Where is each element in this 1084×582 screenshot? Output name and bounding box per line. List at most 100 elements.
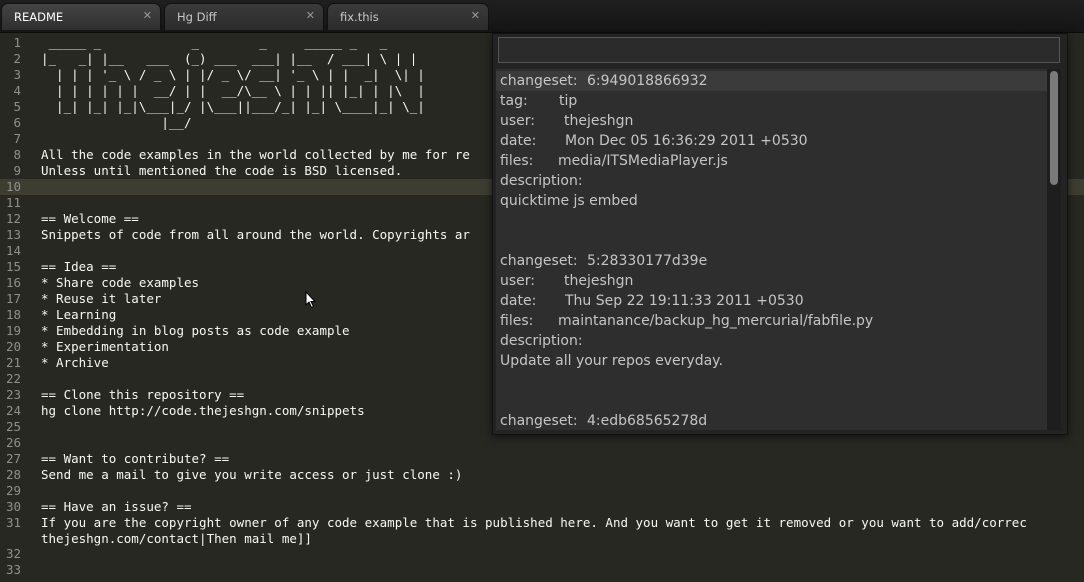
line-number: 9: [13, 163, 21, 178]
code-text: * Archive: [41, 355, 109, 370]
line-number: 22: [5, 371, 21, 386]
line-number: 28: [5, 467, 21, 482]
code-text: Snippets of code from all around the wor…: [41, 227, 470, 242]
line-number: 20: [5, 339, 21, 354]
changeset-row[interactable]: changeset: 4:edb68565278d: [500, 411, 1045, 430]
line-number: 3: [13, 67, 21, 82]
field-value: tip: [559, 93, 578, 109]
code-text: Send me a mail to give you write access …: [41, 467, 463, 482]
changeset-row[interactable]: quicktime js embed: [500, 191, 1045, 211]
line-number: 14: [5, 243, 21, 258]
field-value: thejeshgn: [564, 273, 634, 289]
line-number: 1: [13, 35, 21, 50]
line-number: 2: [13, 51, 21, 66]
field-key: user:: [500, 113, 536, 129]
code-line[interactable]: 30 == Have an issue? ==: [0, 499, 1084, 515]
changeset-row[interactable]: user: thejeshgn: [500, 271, 1045, 291]
tab-label: fix.this: [340, 10, 379, 24]
changeset-row[interactable]: description:: [500, 331, 1045, 351]
scrollbar-thumb[interactable]: [1050, 71, 1058, 185]
changeset-row[interactable]: files: media/ITSMediaPlayer.js: [500, 151, 1045, 171]
code-text: hg clone http://code.thejeshgn.com/snipp…: [41, 403, 365, 418]
code-line[interactable]: 31 If you are the copyright owner of any …: [0, 515, 1084, 531]
line-number: 31: [5, 515, 21, 530]
changeset-row[interactable]: description:: [500, 171, 1045, 191]
code-line[interactable]: 27 == Want to contribute? ==: [0, 451, 1084, 467]
code-text: |_ _| |__ ___ (_) ___ ___| |__ / ___| \ …: [41, 51, 418, 66]
field-key: description:: [500, 333, 583, 349]
tab-fix-this[interactable]: fix.this ✕: [327, 3, 489, 30]
line-number: 17: [5, 291, 21, 306]
line-number: 26: [5, 435, 21, 450]
line-number: 13: [5, 227, 21, 242]
line-number: 29: [5, 483, 21, 498]
line-number: 19: [5, 323, 21, 338]
line-number: 6: [13, 115, 21, 130]
code-text: == Want to contribute? ==: [41, 451, 230, 466]
code-line[interactable]: thejeshgn.com/contact|Then mail me]]: [0, 531, 1084, 547]
changeset-row[interactable]: tag: tip: [500, 91, 1045, 111]
line-number: 8: [13, 147, 21, 162]
code-text: * Experimentation: [41, 339, 169, 354]
quick-panel-input[interactable]: [498, 37, 1060, 63]
changeset-row[interactable]: date: Thu Sep 22 19:11:33 2011 +0530: [500, 291, 1045, 311]
changeset-row[interactable]: changeset: 6:949018866932: [500, 71, 1045, 91]
field-value: Thu Sep 22 19:11:33 2011 +0530: [565, 293, 804, 309]
line-number: 7: [13, 131, 21, 146]
field-key: date:: [500, 133, 537, 149]
field-key: files:: [500, 313, 534, 329]
tab-close-icon[interactable]: ✕: [306, 9, 315, 22]
changeset-row[interactable]: [500, 371, 1045, 391]
code-text: | | | | | | __/ | | __/\__ \ | | || |_| …: [41, 83, 425, 98]
code-line[interactable]: 26: [0, 435, 1084, 451]
tab-label: Hg Diff: [177, 10, 217, 24]
code-line[interactable]: 28 Send me a mail to give you write acces…: [0, 467, 1084, 483]
field-key: changeset:: [500, 73, 578, 89]
line-number: 15: [5, 259, 21, 274]
code-text: == Idea ==: [41, 259, 117, 274]
changeset-row[interactable]: [500, 211, 1045, 231]
field-key: files:: [500, 153, 534, 169]
code-line[interactable]: 32: [0, 546, 1084, 562]
line-number: 21: [5, 355, 21, 370]
line-number: 16: [5, 275, 21, 290]
mouse-pointer-icon: [305, 291, 317, 309]
code-text: If you are the copyright owner of any co…: [41, 515, 1027, 530]
changeset-row[interactable]: user: thejeshgn: [500, 111, 1045, 131]
changeset-row[interactable]: Update all your repos everyday.: [500, 351, 1045, 371]
line-number: 10: [5, 179, 21, 194]
code-text: * Reuse it later: [41, 291, 162, 306]
tab-close-icon[interactable]: ✕: [471, 9, 480, 22]
line-number: 27: [5, 451, 21, 466]
tab-readme[interactable]: README ✕: [1, 3, 161, 30]
line-number: 25: [5, 419, 21, 434]
tab-close-icon[interactable]: ✕: [143, 9, 152, 22]
tab-hg-diff[interactable]: Hg Diff ✕: [164, 3, 324, 30]
changeset-list[interactable]: changeset: 6:949018866932 tag: tip user: thej…: [496, 69, 1047, 430]
field-value: maintanance/backup_hg_mercurial/fabfile.…: [558, 313, 874, 329]
changeset-row[interactable]: date: Mon Dec 05 16:36:29 2011 +0530: [500, 131, 1045, 151]
field-key: user:: [500, 273, 536, 289]
code-text: Unless until mentioned the code is BSD l…: [41, 163, 403, 178]
field-key: Update all your repos everyday.: [500, 353, 723, 369]
field-value: media/ITSMediaPlayer.js: [558, 153, 728, 169]
code-text: == Clone this repository ==: [41, 387, 245, 402]
field-value: Mon Dec 05 16:36:29 2011 +0530: [565, 133, 808, 149]
scrollbar[interactable]: [1047, 69, 1061, 430]
changeset-row[interactable]: changeset: 5:28330177d39e: [500, 251, 1045, 271]
code-line[interactable]: 29: [0, 483, 1084, 499]
code-text: == Welcome ==: [41, 211, 139, 226]
changeset-row[interactable]: [500, 391, 1045, 411]
code-line[interactable]: 33: [0, 562, 1084, 578]
code-text: All the code examples in the world colle…: [41, 147, 470, 162]
changeset-row[interactable]: [500, 231, 1045, 251]
field-key: tag:: [500, 93, 528, 109]
code-text: _____ _ _ _ _____ _ _: [41, 35, 395, 50]
code-text: * Embedding in blog posts as code exampl…: [41, 323, 350, 338]
tab-label: README: [14, 10, 64, 24]
line-number: 32: [5, 546, 21, 561]
changeset-row[interactable]: files: maintanance/backup_hg_mercurial/fa…: [500, 311, 1045, 331]
line-number: 33: [5, 562, 21, 577]
line-number: 24: [5, 403, 21, 418]
field-value: 4:edb68565278d: [587, 413, 708, 429]
